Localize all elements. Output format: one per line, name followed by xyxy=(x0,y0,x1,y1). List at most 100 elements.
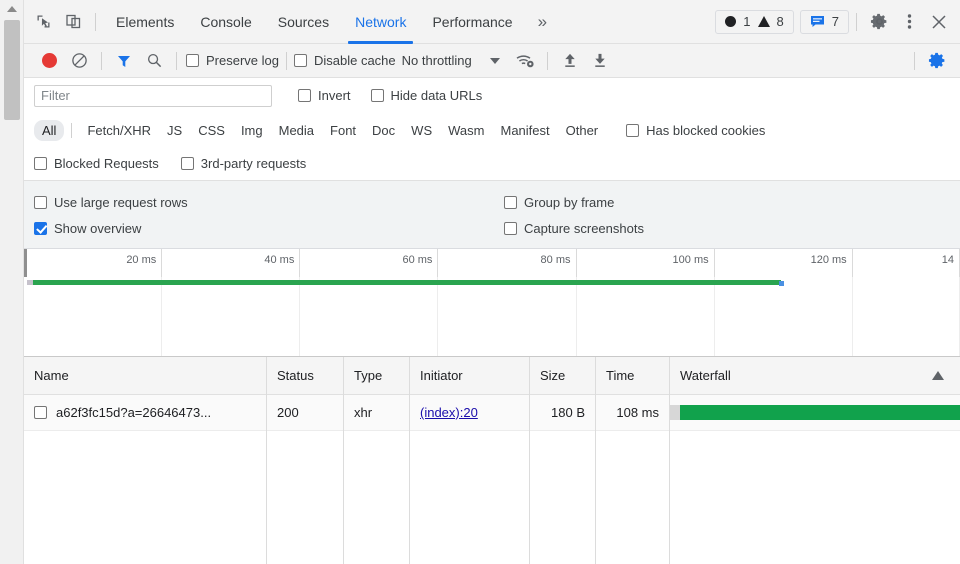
gear-icon[interactable] xyxy=(864,7,894,37)
overview-event-marker xyxy=(779,281,784,286)
has-blocked-cookies-checkbox[interactable]: Has blocked cookies xyxy=(626,123,765,138)
overview-tick-label: 20 ms xyxy=(126,254,156,266)
inspect-cursor-icon[interactable] xyxy=(28,7,58,37)
use-large-request-rows-box[interactable] xyxy=(34,196,47,209)
cell-size: 180 B xyxy=(530,395,596,431)
blocked-requests-checkbox[interactable]: Blocked Requests xyxy=(34,156,159,171)
net-divider-1 xyxy=(101,52,102,70)
invert-box[interactable] xyxy=(298,89,311,102)
column-header-status[interactable]: Status xyxy=(267,357,344,395)
column-header-time[interactable]: Time xyxy=(596,357,670,395)
has-blocked-cookies-label: Has blocked cookies xyxy=(646,123,765,138)
show-overview-box[interactable] xyxy=(34,222,47,235)
blocked-requests-box[interactable] xyxy=(34,157,47,170)
type-filter-all[interactable]: All xyxy=(34,120,64,141)
type-filter-img[interactable]: Img xyxy=(233,120,271,141)
waterfall-bar-download xyxy=(680,405,960,420)
type-filter-media[interactable]: Media xyxy=(271,120,322,141)
column-header-size[interactable]: Size xyxy=(530,357,596,395)
overview-gridline xyxy=(300,277,438,356)
type-filter-css[interactable]: CSS xyxy=(190,120,233,141)
tab-sources[interactable]: Sources xyxy=(265,0,342,44)
invert-label: Invert xyxy=(318,88,351,103)
wifi-settings-icon[interactable] xyxy=(510,46,540,76)
type-filter-ws[interactable]: WS xyxy=(403,120,440,141)
row-checkbox[interactable] xyxy=(34,406,47,419)
capture-screenshots-checkbox[interactable]: Capture screenshots xyxy=(504,221,960,236)
capture-screenshots-box[interactable] xyxy=(504,222,517,235)
page-scrollbar[interactable] xyxy=(0,0,24,564)
filter-funnel-icon[interactable] xyxy=(109,46,139,76)
group-by-frame-checkbox[interactable]: Group by frame xyxy=(504,195,960,210)
request-name: a62f3fc15d?a=26646473... xyxy=(56,405,211,420)
overview-tick-label: 120 ms xyxy=(811,254,847,266)
initiator-link[interactable]: (index):20 xyxy=(420,405,478,420)
import-har-icon[interactable] xyxy=(555,46,585,76)
disable-cache-checkbox[interactable]: Disable cache xyxy=(294,53,396,68)
record-button[interactable] xyxy=(34,46,64,76)
column-label: Time xyxy=(606,368,634,383)
has-blocked-cookies-box[interactable] xyxy=(626,124,639,137)
overview-tick: 80 ms xyxy=(438,249,576,277)
type-filter-js[interactable]: JS xyxy=(159,120,190,141)
empty-grid-column xyxy=(596,431,670,564)
group-by-frame-box[interactable] xyxy=(504,196,517,209)
overview-tick-label: 60 ms xyxy=(402,254,432,266)
throttling-dropdown[interactable]: No throttling xyxy=(402,53,500,68)
cell-waterfall[interactable] xyxy=(670,395,960,431)
status-code: 200 xyxy=(277,405,299,420)
column-header-name[interactable]: Name xyxy=(24,357,267,395)
tab-network[interactable]: Network xyxy=(342,0,419,44)
disable-cache-box[interactable] xyxy=(294,54,307,67)
tab-performance[interactable]: Performance xyxy=(419,0,525,44)
third-party-requests-box[interactable] xyxy=(181,157,194,170)
third-party-requests-checkbox[interactable]: 3rd-party requests xyxy=(181,156,307,171)
error-count: 1 xyxy=(743,14,750,29)
preserve-log-box[interactable] xyxy=(186,54,199,67)
kebab-menu-icon[interactable] xyxy=(894,7,924,37)
overview-body[interactable]: 20 ms40 ms60 ms80 ms100 ms120 ms14 xyxy=(27,249,960,356)
more-tabs-icon[interactable]: » xyxy=(526,0,559,44)
column-header-type[interactable]: Type xyxy=(344,357,410,395)
network-settings-gear-icon[interactable] xyxy=(922,46,952,76)
overview-gridline xyxy=(853,277,960,356)
cell-name[interactable]: a62f3fc15d?a=26646473... xyxy=(24,395,267,431)
column-header-initiator[interactable]: Initiator xyxy=(410,357,530,395)
empty-grid-column xyxy=(267,431,344,564)
chip-label: All xyxy=(42,123,56,138)
issue-counters[interactable]: 1 8 xyxy=(715,10,793,34)
type-filter-fetch-xhr[interactable]: Fetch/XHR xyxy=(79,120,159,141)
show-overview-checkbox[interactable]: Show overview xyxy=(34,221,504,236)
scrollbar-thumb[interactable] xyxy=(4,20,20,120)
filter-input[interactable] xyxy=(34,85,272,107)
devtools-tabbar: Elements Console Sources Network Perform… xyxy=(24,0,960,44)
tab-console[interactable]: Console xyxy=(187,0,264,44)
warning-triangle-icon xyxy=(758,16,770,27)
overview-tick: 40 ms xyxy=(162,249,300,277)
close-icon[interactable] xyxy=(924,7,954,37)
chip-label: CSS xyxy=(198,123,225,138)
column-label: Status xyxy=(277,368,314,383)
type-filter-wasm[interactable]: Wasm xyxy=(440,120,492,141)
invert-checkbox[interactable]: Invert xyxy=(298,88,351,103)
use-large-request-rows-checkbox[interactable]: Use large request rows xyxy=(34,195,504,210)
message-counter[interactable]: 7 xyxy=(800,10,849,34)
scroll-up-arrow-icon[interactable] xyxy=(0,0,24,18)
type-filter-manifest[interactable]: Manifest xyxy=(492,120,557,141)
network-overview[interactable]: 20 ms40 ms60 ms80 ms100 ms120 ms14 xyxy=(24,249,960,357)
hide-data-urls-box[interactable] xyxy=(371,89,384,102)
hide-data-urls-checkbox[interactable]: Hide data URLs xyxy=(371,88,483,103)
search-icon[interactable] xyxy=(139,46,169,76)
export-har-icon[interactable] xyxy=(585,46,615,76)
type-filter-other[interactable]: Other xyxy=(558,120,607,141)
cell-initiator[interactable]: (index):20 xyxy=(410,395,530,431)
tab-elements[interactable]: Elements xyxy=(103,0,187,44)
type-filter-doc[interactable]: Doc xyxy=(364,120,403,141)
preserve-log-checkbox[interactable]: Preserve log xyxy=(186,53,279,68)
type-filter-font[interactable]: Font xyxy=(322,120,364,141)
column-header-waterfall[interactable]: Waterfall xyxy=(670,357,960,395)
table-row[interactable]: a62f3fc15d?a=26646473... 200 xhr (index)… xyxy=(24,395,960,431)
settings-col-right-2: Capture screenshots xyxy=(504,221,960,236)
device-toggle-icon[interactable] xyxy=(58,7,88,37)
clear-button[interactable] xyxy=(64,46,94,76)
